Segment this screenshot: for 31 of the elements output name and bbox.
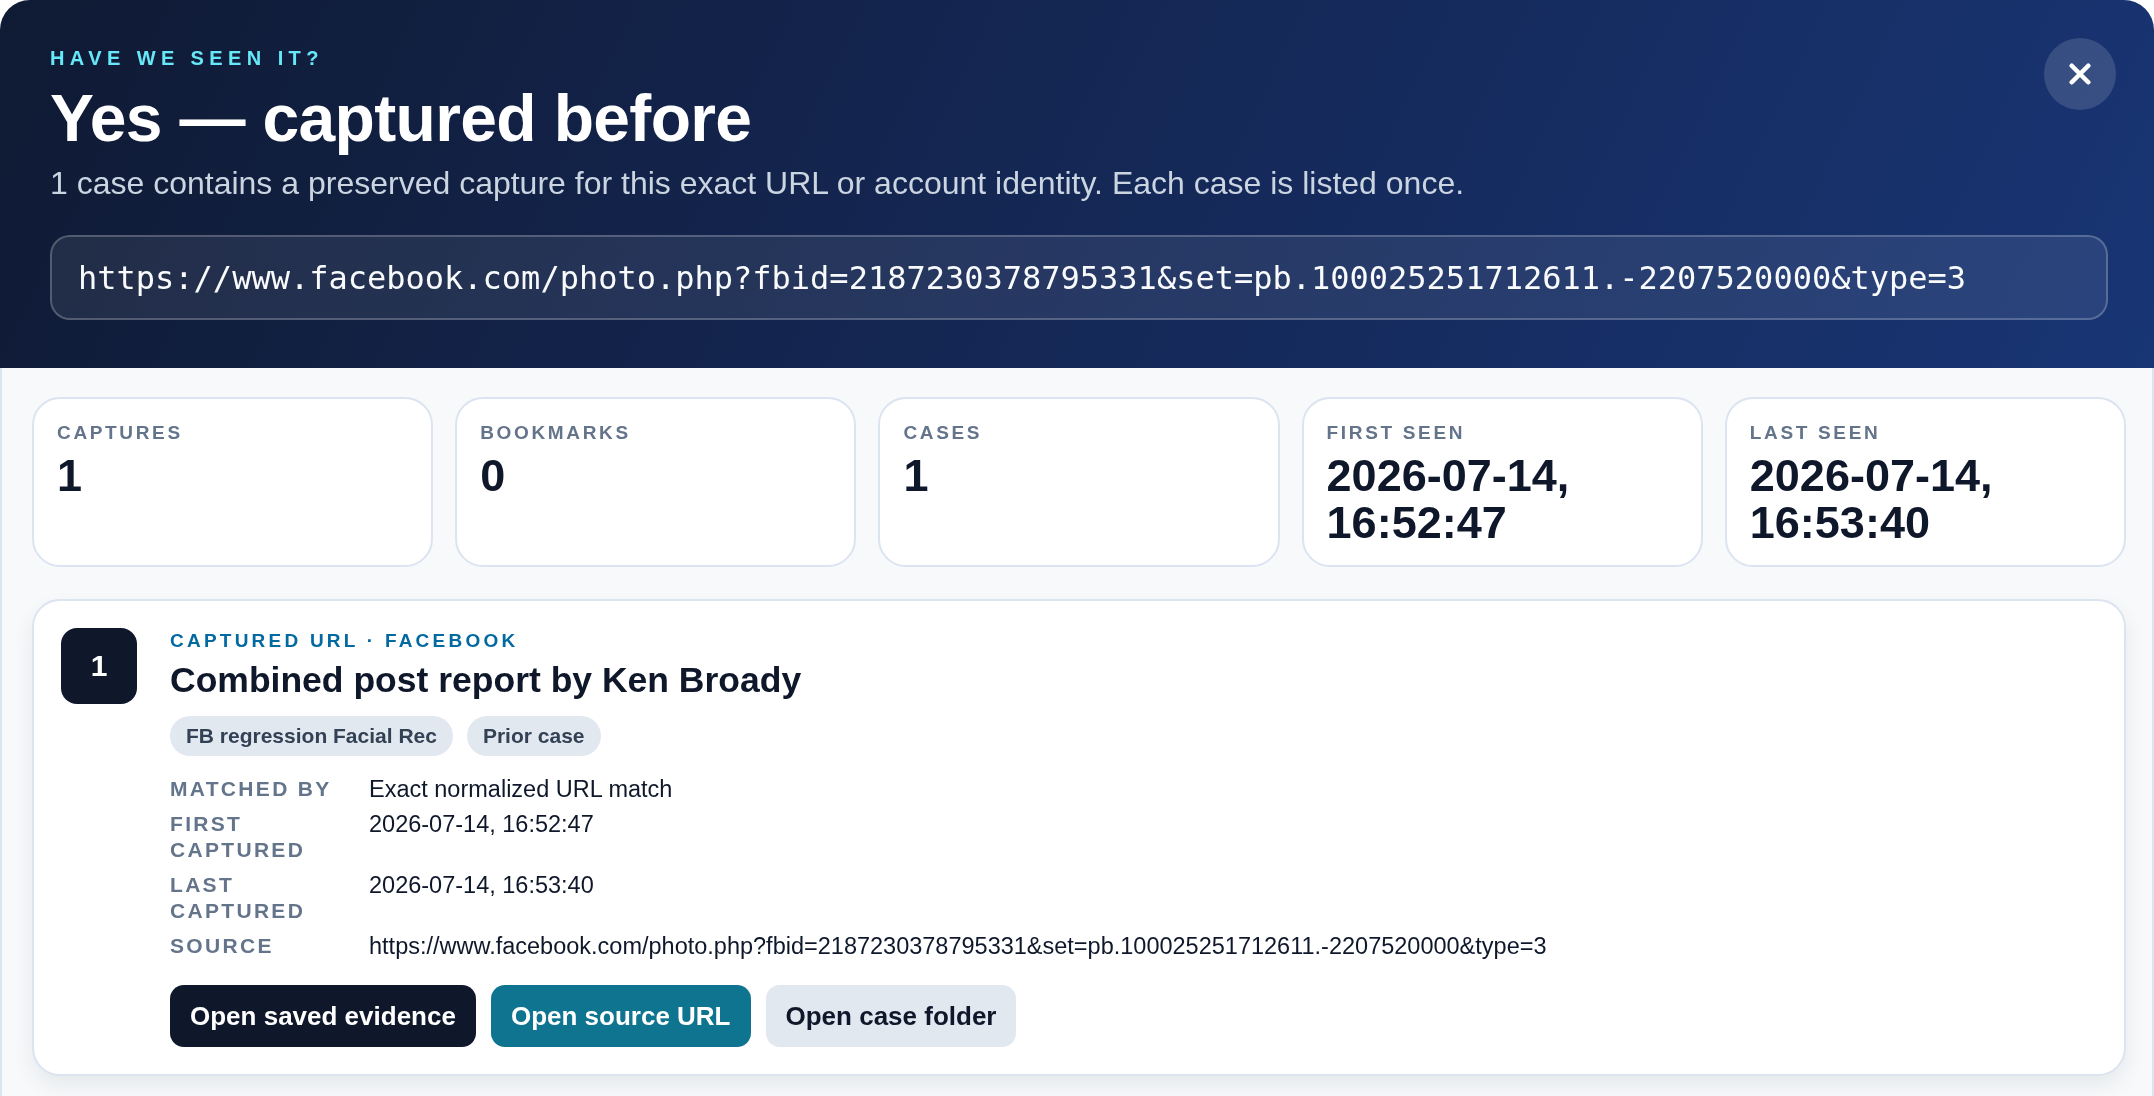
stat-label: FIRST SEEN [1326,421,1467,445]
detail-label: LAST CAPTURED [170,872,307,924]
detail-label: SOURCE [170,933,275,959]
stat-label: LAST SEEN [1749,421,1882,445]
stat-value: 0 [480,452,507,499]
detail-value: 2026-07-14, 16:53:40 [369,872,595,900]
detail-value: https://www.facebook.com/photo.php?fbid=2187230378795331&set=pb.100025251712611.-2207520000&type=3 [369,933,1548,959]
detail-label: FIRST CAPTURED [170,811,307,863]
case-title: Combined post report by Ken Broady [170,659,803,702]
stat-label: CASES [903,421,984,445]
open-folder-button[interactable]: Open case folder [765,985,1017,1047]
detail-label: MATCHED BY [170,776,333,802]
stat-label: BOOKMARKS [480,421,632,445]
stat-label: CAPTURES [57,421,184,445]
open-source-button[interactable]: Open source URL [490,985,751,1047]
stat-value: 1 [903,452,930,499]
stat-value: 2026-07-14, 16:53:40 [1749,452,1994,546]
detail-value: 2026-07-14, 16:52:47 [369,811,595,839]
header-eyebrow: HAVE WE SEEN IT? [50,46,325,70]
case-tag: Prior case [466,716,601,756]
url-field: https://www.facebook.com/photo.php?fbid=2187230378795331&set=pb.100025251712611.-2207520000&type=3 [50,235,2108,320]
open-evidence-button[interactable]: Open saved evidence [170,985,476,1047]
close-icon [2069,63,2091,85]
dialog-title: Yes — captured before [50,82,753,154]
stat-value: 2026-07-14, 16:52:47 [1326,452,1571,546]
detail-value: Exact normalized URL match [369,776,674,802]
dialog-subtitle: 1 case contains a preserved capture for this exact URL or account identity. Each case is listed once. [50,164,1466,203]
case-tag: FB regression Facial Rec [170,716,453,756]
case-source-label: CAPTURED URL · FACEBOOK [170,629,520,653]
stat-value: 1 [57,452,84,499]
case-number-badge: 1 [61,628,137,704]
